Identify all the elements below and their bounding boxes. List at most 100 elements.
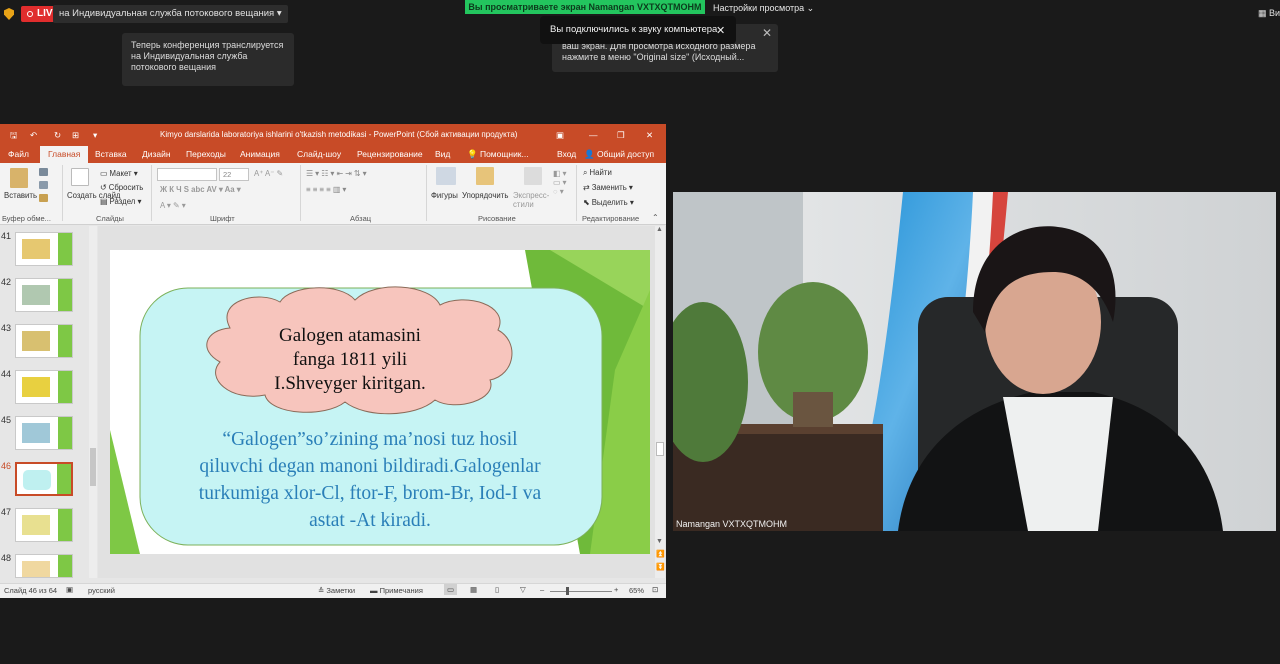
- slide-thumbnail[interactable]: [15, 232, 73, 266]
- thumbnail-content: [23, 470, 51, 490]
- paste-button[interactable]: Вставить: [4, 191, 37, 200]
- shape-fill-icons[interactable]: ◧ ▾ ▭ ▾ ◌ ▾: [553, 169, 566, 196]
- next-slide-icon[interactable]: ⏬: [656, 563, 665, 571]
- notes-icon: ≙: [318, 586, 325, 595]
- fit-to-window-icon[interactable]: ⊡: [652, 585, 658, 594]
- reading-view-icon[interactable]: ▯: [495, 585, 499, 594]
- collapse-ribbon-icon[interactable]: ⌃: [652, 213, 659, 222]
- qat-dropdown-icon[interactable]: ▾: [93, 124, 97, 146]
- current-slide[interactable]: Galogen atamasini fanga 1811 yili I.Shve…: [110, 250, 650, 554]
- tab-review[interactable]: Рецензирование: [357, 146, 423, 163]
- slide-thumbnail[interactable]: [15, 278, 73, 312]
- cloud-line: Galogen atamasini: [279, 325, 421, 346]
- cloud-line: fanga 1811 yili: [292, 349, 408, 370]
- tab-view[interactable]: Вид: [435, 146, 450, 163]
- zoom-out-icon[interactable]: –: [540, 585, 544, 594]
- align-buttons[interactable]: ≡ ≡ ≡ ≡ ▥ ▾: [306, 185, 346, 194]
- select-button[interactable]: ⬉ Выделить ▾: [583, 198, 634, 207]
- minimize-icon[interactable]: —: [589, 124, 598, 146]
- previous-slide-icon[interactable]: ⏫: [656, 550, 665, 558]
- tab-transitions[interactable]: Переходы: [186, 146, 226, 163]
- slide-thumbnail-selected[interactable]: [15, 462, 73, 496]
- replace-label: Заменить: [591, 183, 627, 192]
- reset-button[interactable]: ↺ Сбросить: [100, 183, 143, 192]
- security-shield-icon[interactable]: [4, 8, 14, 20]
- tell-me-search[interactable]: 💡 Помощник...: [467, 146, 529, 163]
- arrange-button[interactable]: Упорядочить: [462, 191, 508, 200]
- cloud-text: Galogen atamasini fanga 1811 yili I.Shve…: [220, 324, 480, 396]
- slide-count: Слайд 46 из 64: [4, 586, 58, 595]
- redo-icon[interactable]: ↻: [54, 124, 61, 146]
- thumbnail-content: [22, 331, 50, 351]
- tab-file[interactable]: Файл: [8, 146, 29, 163]
- comments-label: Примечания: [379, 586, 423, 595]
- undo-icon[interactable]: ↶: [30, 124, 37, 146]
- font-color-buttons[interactable]: A ▾ ✎ ▾: [160, 201, 186, 210]
- share-button[interactable]: 👤 Общий доступ: [584, 146, 654, 163]
- ribbon-display-icon[interactable]: ▣: [556, 124, 564, 146]
- view-button-label: Вид: [1269, 8, 1280, 18]
- audio-connected-toast: Вы подключились к звуку компьютера: [540, 16, 736, 44]
- zoom-slider-handle[interactable]: [566, 587, 569, 595]
- tab-design[interactable]: Дизайн: [142, 146, 171, 163]
- close-icon[interactable]: ✕: [646, 124, 653, 146]
- slide-scrollbar[interactable]: ▲ ▼ ⏫ ⏬: [655, 226, 665, 578]
- tab-insert[interactable]: Вставка: [95, 146, 127, 163]
- slide-thumbnail[interactable]: [15, 416, 73, 450]
- font-size-input[interactable]: 22: [219, 168, 249, 181]
- zoom-level[interactable]: 65%: [629, 586, 644, 595]
- notes-label: Заметки: [326, 586, 356, 595]
- replace-button[interactable]: ⇄ Заменить ▾: [583, 183, 633, 192]
- new-slide-icon: [71, 168, 89, 186]
- group-label-paragraph: Абзац: [350, 214, 372, 223]
- slide-sorter-icon[interactable]: ▦: [470, 585, 477, 594]
- close-icon[interactable]: ✕: [762, 26, 772, 40]
- quick-styles-button[interactable]: Экспресс-стили: [513, 191, 549, 209]
- thumbnail-scrollbar[interactable]: [89, 226, 97, 578]
- font-style-buttons[interactable]: Ж К Ч S abc AV ▾ Aa ▾: [160, 185, 241, 194]
- slideshow-icon[interactable]: ▽: [520, 585, 526, 594]
- comments-button[interactable]: ▬ Примечания: [370, 586, 423, 595]
- font-grow-shrink-icons[interactable]: A⁺ A⁻ ✎: [254, 169, 283, 178]
- tab-slideshow[interactable]: Слайд-шоу: [297, 146, 341, 163]
- slide-thumbnail[interactable]: [15, 324, 73, 358]
- present-icon[interactable]: ⊞: [72, 124, 79, 146]
- tab-animation[interactable]: Анимация: [240, 146, 280, 163]
- find-button[interactable]: ⌕ Найти: [583, 168, 612, 178]
- shapes-button[interactable]: Фигуры: [431, 191, 458, 200]
- sign-in-link[interactable]: Вход: [557, 146, 576, 163]
- scrollbar-thumb[interactable]: [656, 442, 664, 456]
- zoom-slider[interactable]: [550, 591, 612, 592]
- spellcheck-icon[interactable]: ▣: [66, 585, 73, 594]
- zoom-in-icon[interactable]: +: [614, 585, 618, 594]
- scrollbar-thumb[interactable]: [90, 448, 96, 486]
- viewing-screen-banner[interactable]: Вы просматриваете экран Namangan VXTXQTM…: [465, 0, 705, 14]
- scroll-up-icon[interactable]: ▲: [656, 226, 663, 233]
- layout-button[interactable]: ▭ Макет ▾: [100, 169, 138, 178]
- list-buttons[interactable]: ☰ ▾ ☷ ▾ ⇤ ⇥ ⇅ ▾: [306, 169, 366, 178]
- slide-thumbnail[interactable]: [15, 508, 73, 542]
- tab-home[interactable]: Главная: [40, 146, 89, 163]
- stream-service-dropdown[interactable]: на Индивидуальная служба потокового веща…: [53, 5, 288, 23]
- save-icon[interactable]: 🖫: [10, 124, 17, 146]
- format-painter-icon[interactable]: [39, 194, 48, 202]
- participant-video[interactable]: [673, 192, 1276, 531]
- copy-icon[interactable]: [39, 181, 48, 189]
- cut-icon[interactable]: [39, 168, 48, 176]
- cloud-line: I.Shveyger kiritgan.: [274, 373, 426, 394]
- view-button[interactable]: ▦ Вид: [1258, 8, 1280, 19]
- slide-thumbnail[interactable]: [15, 554, 73, 578]
- notes-button[interactable]: ≙ Заметки: [318, 586, 355, 595]
- view-options-button[interactable]: Настройки просмотра ⌄: [713, 3, 814, 13]
- language-indicator[interactable]: русский: [88, 586, 115, 595]
- clipboard-icon: [10, 168, 28, 188]
- slide-thumbnail[interactable]: [15, 370, 73, 404]
- close-icon[interactable]: ✕: [716, 24, 725, 37]
- font-name-input[interactable]: [157, 168, 217, 181]
- chevron-down-icon: ⌄: [806, 3, 815, 13]
- scroll-down-icon[interactable]: ▼: [656, 538, 663, 545]
- group-label-editing: Редактирование: [582, 214, 640, 223]
- section-button[interactable]: ▤ Раздел ▾: [100, 197, 141, 206]
- maximize-icon[interactable]: ❐: [617, 124, 625, 146]
- normal-view-icon[interactable]: ▭: [444, 584, 458, 595]
